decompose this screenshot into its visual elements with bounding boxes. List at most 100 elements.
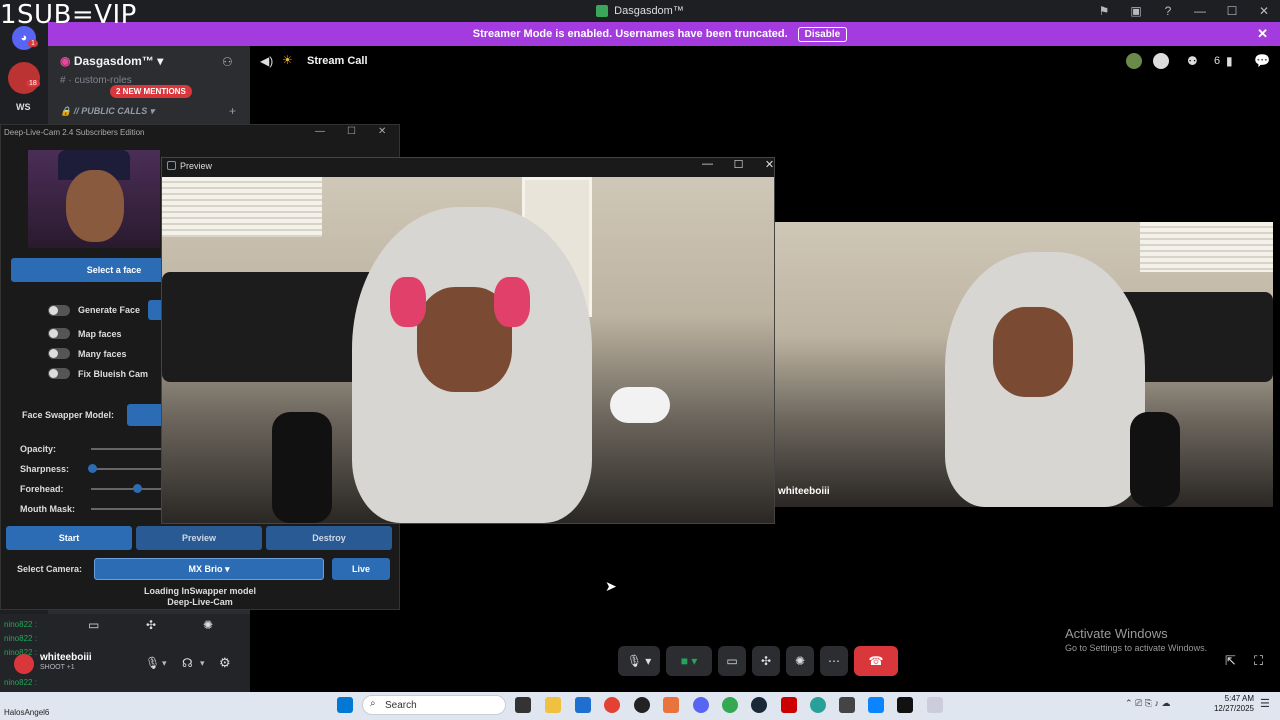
taskbar-clock[interactable]: 5:47 AM 12/27/2025: [1214, 694, 1254, 714]
category-public-calls[interactable]: 🔒 // PUBLIC CALLS ▾: [60, 106, 154, 117]
start-button[interactable]: Start: [6, 526, 132, 550]
chat-line: nino822 :: [4, 620, 37, 629]
maximize-button[interactable]: ☐: [1216, 4, 1248, 18]
close-button[interactable]: ✕: [754, 158, 785, 171]
dlc-window-controls[interactable]: —☐✕: [315, 126, 408, 137]
disconnect-button[interactable]: ☎: [854, 646, 898, 676]
app-icon[interactable]: [663, 697, 679, 713]
forehead-knob[interactable]: [133, 484, 142, 493]
server-ws[interactable]: WS: [16, 102, 31, 112]
screen-share-button[interactable]: ▭: [718, 646, 746, 676]
mouth-mask-slider[interactable]: [91, 508, 161, 510]
chrome-icon[interactable]: [604, 697, 620, 713]
user-name[interactable]: whiteeboiii: [40, 652, 92, 663]
fix-blueish-cam-toggle[interactable]: [48, 368, 70, 379]
add-channel-icon[interactable]: +: [229, 104, 236, 118]
chat-icon[interactable]: 💬: [1254, 53, 1270, 69]
many-faces-toggle[interactable]: [48, 348, 70, 359]
mouth-mask-label: Mouth Mask:: [20, 504, 75, 514]
options-button[interactable]: [148, 300, 162, 320]
new-mentions-badge[interactable]: 2 NEW MENTIONS: [110, 85, 192, 98]
many-faces-label: Many faces: [78, 349, 127, 359]
browser-icon[interactable]: [722, 697, 738, 713]
server-avatar[interactable]: [8, 62, 40, 94]
window-blinds: [1140, 222, 1273, 272]
inbox-icon[interactable]: ▣: [1120, 4, 1152, 18]
avatar[interactable]: [14, 654, 34, 674]
soundboard-icon[interactable]: ✺: [203, 618, 213, 632]
app-icon[interactable]: [868, 697, 884, 713]
activities-icon[interactable]: ✣: [146, 618, 156, 632]
soundboard-button[interactable]: ✺: [786, 646, 814, 676]
opacity-slider[interactable]: [91, 448, 161, 450]
banner-close-icon[interactable]: ✕: [1257, 26, 1268, 42]
fullscreen-icon[interactable]: ⛶: [1254, 653, 1263, 669]
speaker-icon: ◀): [260, 54, 274, 68]
maximize-button[interactable]: ☐: [723, 158, 754, 171]
steam-icon[interactable]: [751, 697, 767, 713]
destroy-button[interactable]: Destroy: [266, 526, 392, 550]
close-button[interactable]: ✕: [1248, 4, 1280, 18]
microphone-icon[interactable]: 🎙: [145, 656, 160, 670]
live-button[interactable]: Live: [332, 558, 390, 580]
clock-time: 5:47 AM: [1224, 694, 1254, 703]
discord-taskbar-icon[interactable]: [693, 697, 709, 713]
face-swapper-model-select[interactable]: [127, 404, 162, 426]
minimize-button[interactable]: —: [1184, 4, 1216, 18]
activities-button[interactable]: ✣: [752, 646, 780, 676]
windows-start-icon[interactable]: [337, 697, 353, 713]
more-options-button[interactable]: ⋯: [820, 646, 848, 676]
chevron-down-icon[interactable]: ▾: [162, 658, 167, 669]
map-faces-toggle[interactable]: [48, 328, 70, 339]
server-name-header[interactable]: ◉ Dasgasdom™ ▾: [60, 54, 163, 68]
dlc-status: Loading InSwapper model Deep-Live-Cam: [120, 586, 280, 608]
flag-icon[interactable]: ⚑: [1088, 4, 1120, 18]
sun-icon: ☀: [282, 53, 293, 67]
tile-username: whiteeboiii: [778, 486, 830, 497]
screen-share-icon[interactable]: ▭: [88, 618, 99, 632]
popout-icon[interactable]: ⇱: [1225, 653, 1236, 669]
minimize-button[interactable]: —: [692, 158, 723, 171]
generate-face-toggle[interactable]: [48, 305, 70, 316]
video-tile[interactable]: [775, 222, 1273, 507]
chat-line: nino822 :: [4, 634, 37, 643]
sharpness-slider[interactable]: [91, 468, 161, 470]
preview-window-controls: — ☐ ✕: [692, 158, 785, 171]
python-icon[interactable]: [927, 697, 943, 713]
map-faces-label: Map faces: [78, 329, 122, 339]
sharpness-label: Sharpness:: [20, 464, 70, 474]
obs-icon[interactable]: [634, 697, 650, 713]
app-icon[interactable]: [810, 697, 826, 713]
help-icon[interactable]: ?: [1152, 4, 1184, 18]
task-view-icon[interactable]: [515, 697, 531, 713]
file-explorer-icon[interactable]: [545, 697, 561, 713]
taskbar-search-input[interactable]: Search: [362, 695, 506, 715]
disable-button[interactable]: Disable: [797, 26, 848, 42]
chevron-down-icon[interactable]: ▾: [200, 658, 205, 669]
app-icon[interactable]: [781, 697, 797, 713]
status-line-2: Deep-Live-Cam: [167, 597, 233, 607]
preview-button[interactable]: Preview: [136, 526, 262, 550]
system-tray-icons[interactable]: ⌃ ⎚ ⎘ ♪ ☁: [1125, 698, 1170, 709]
headphones-icon[interactable]: ☊: [182, 656, 193, 670]
settings-gear-icon[interactable]: ⚙: [219, 655, 231, 671]
store-icon[interactable]: [575, 697, 591, 713]
add-member-icon[interactable]: ⚇: [222, 55, 233, 69]
forehead-slider[interactable]: [91, 488, 161, 490]
camera-select[interactable]: MX Brio ▾: [94, 558, 324, 580]
terminal-icon[interactable]: [897, 697, 913, 713]
bookmark-icon[interactable]: ▮: [1226, 54, 1233, 68]
generate-face-label: Generate Face: [78, 305, 141, 315]
participant-count: 6: [1214, 55, 1221, 67]
mute-button[interactable]: 🎙 ▾: [618, 646, 660, 676]
clock-date: 12/27/2025: [1213, 704, 1254, 713]
camera-button[interactable]: ■ ▾: [666, 646, 712, 676]
participant-avatar[interactable]: [1126, 53, 1142, 69]
source-face-image: [28, 150, 160, 248]
preview-window-title: Preview: [180, 161, 213, 171]
sharpness-knob[interactable]: [88, 464, 97, 473]
people-icon[interactable]: ⚉: [1187, 54, 1198, 68]
app-icon[interactable]: [839, 697, 855, 713]
notification-icon[interactable]: ☰: [1260, 697, 1270, 710]
participant-avatar[interactable]: [1153, 53, 1169, 69]
